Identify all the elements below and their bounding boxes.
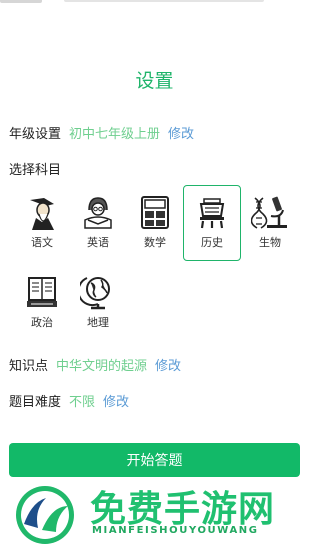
- knowledge-label: 知识点: [9, 359, 49, 374]
- difficulty-value: 不限: [69, 395, 96, 410]
- subject-name: 政治: [31, 316, 53, 329]
- calculator-icon: [141, 196, 169, 229]
- subject-name: 地理: [87, 316, 109, 329]
- grade-value: 初中七年级上册: [69, 127, 161, 142]
- start-quiz-button[interactable]: 开始答题: [9, 443, 300, 477]
- knowledge-value: 中华文明的起源: [56, 359, 148, 374]
- subject-dili[interactable]: 地理: [69, 266, 127, 340]
- status-bar-stub-right: [64, 0, 264, 2]
- subject-name: 历史: [201, 236, 223, 249]
- subject-shuxue[interactable]: 数学: [126, 186, 184, 260]
- grade-label: 年级设置: [9, 127, 62, 142]
- subject-zhengzhi[interactable]: 政治: [13, 266, 71, 340]
- subject-name: 数学: [144, 236, 166, 249]
- scholar-icon: [30, 198, 54, 230]
- student-icon: [84, 197, 112, 229]
- difficulty-edit-link[interactable]: 修改: [103, 391, 129, 410]
- subject-yingyu[interactable]: 英语: [69, 186, 127, 260]
- book-icon: [27, 277, 57, 307]
- subject-shengwu[interactable]: 生物: [241, 186, 299, 260]
- globe-icon: [80, 277, 110, 310]
- bronze-vessel-icon: [199, 198, 225, 229]
- grade-edit-link[interactable]: 修改: [168, 123, 194, 142]
- watermark: 免费手游网 MIANFEISHOUYOUWANG: [0, 478, 309, 550]
- page-title: 设置: [135, 70, 174, 92]
- grade-row: 年级设置 初中七年级上册 修改: [9, 123, 194, 142]
- watermark-logo-icon: [16, 486, 74, 544]
- subject-yuwen[interactable]: 语文: [13, 186, 71, 260]
- subject-name: 语文: [31, 236, 53, 249]
- knowledge-row: 知识点 中华文明的起源 修改: [9, 355, 181, 374]
- difficulty-row: 题目难度 不限 修改: [9, 391, 129, 410]
- subject-lishi[interactable]: 历史: [183, 185, 241, 261]
- difficulty-label: 题目难度: [9, 395, 62, 410]
- subjects-label: 选择科目: [9, 163, 62, 178]
- microscope-dna-icon: [251, 196, 287, 229]
- knowledge-edit-link[interactable]: 修改: [155, 355, 181, 374]
- status-bar-stub-left: [0, 0, 42, 3]
- subject-name: 生物: [259, 236, 281, 249]
- subject-name: 英语: [87, 236, 109, 249]
- watermark-pinyin: MIANFEISHOUYOUWANG: [92, 525, 259, 536]
- subjects-heading-row: 选择科目: [9, 159, 61, 178]
